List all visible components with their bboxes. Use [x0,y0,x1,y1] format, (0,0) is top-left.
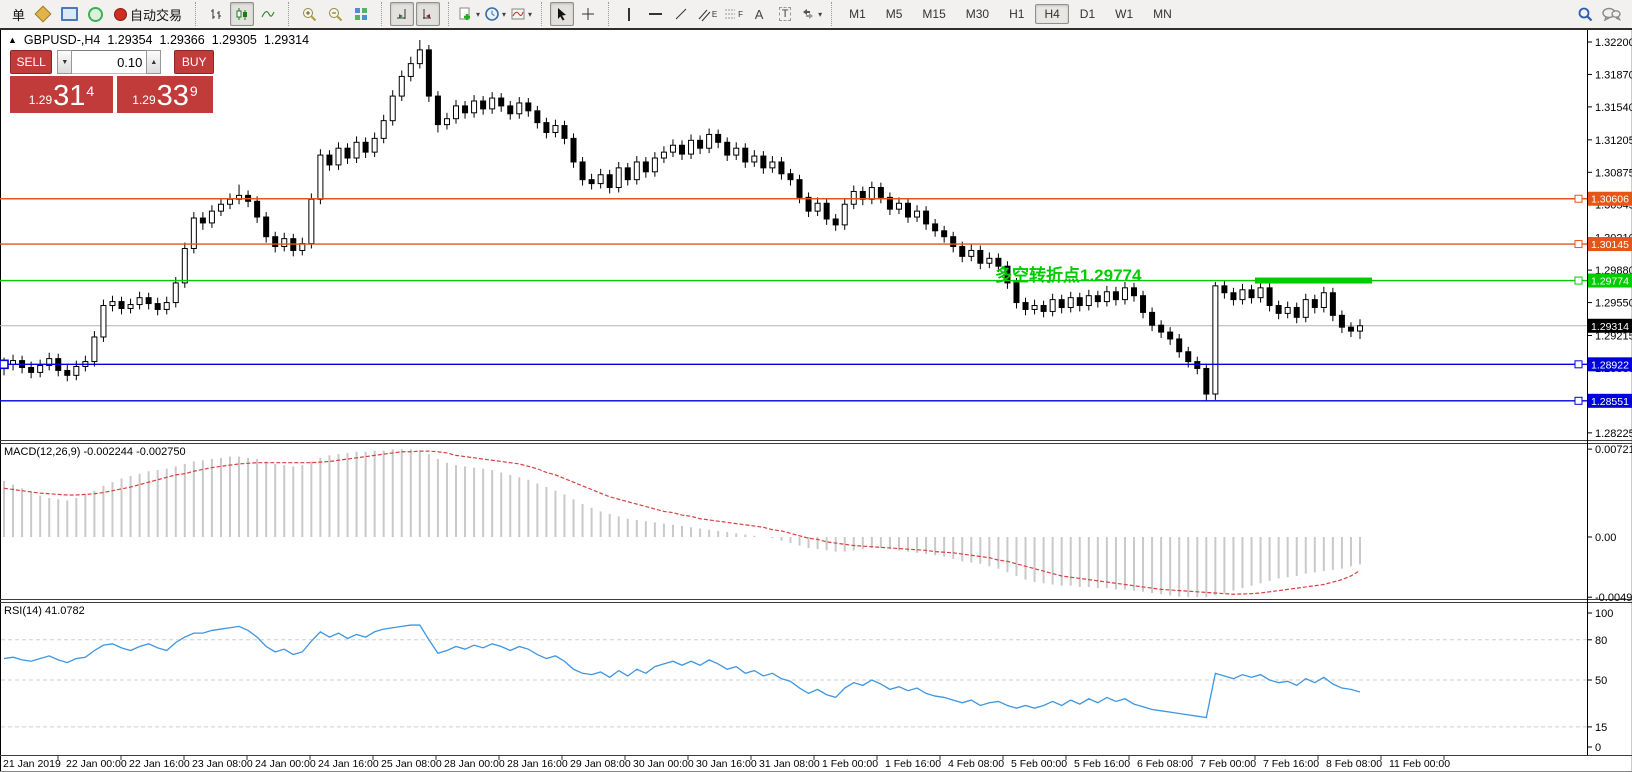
svg-text:5 Feb 16:00: 5 Feb 16:00 [1074,758,1130,770]
svg-text:7 Feb 16:00: 7 Feb 16:00 [1263,758,1319,770]
trade-panel-controls: SELL ▼ ▲ BUY [10,51,214,73]
svg-text:1.32200: 1.32200 [1595,37,1632,49]
svg-text:100: 100 [1595,608,1613,620]
rsi-indicator-label: RSI(14) 41.0782 [4,605,85,617]
buy-price-big: 33 [157,82,189,111]
svg-text:-0.004943: -0.004943 [1595,592,1632,604]
svg-text:1.28551: 1.28551 [1591,396,1629,408]
sell-price-sup: 4 [86,83,94,99]
macd-layer [4,449,1360,597]
date-axis-layer: 21 Jan 2019 22 Jan 00:0022 Jan 16:0023 Ja… [3,755,1450,770]
svg-text:1 Feb 16:00: 1 Feb 16:00 [885,758,941,770]
svg-text:22 Jan 00:00: 22 Jan 00:00 [66,758,127,770]
svg-text:15: 15 [1595,722,1607,734]
mt4-window: 单 自动交易 [0,0,1632,772]
sell-button[interactable]: SELL [10,50,52,74]
svg-text:5 Feb 00:00: 5 Feb 00:00 [1011,758,1067,770]
svg-text:30 Jan 00:00: 30 Jan 00:00 [633,758,694,770]
ohlc-high: 1.29366 [160,33,205,47]
svg-text:28 Jan 16:00: 28 Jan 16:00 [507,758,568,770]
buy-price-display[interactable]: 1.29 33 9 [117,76,213,113]
symbol-info-line: ▲ GBPUSD-,H4 1.29354 1.29366 1.29305 1.2… [8,33,309,47]
svg-text:50: 50 [1595,675,1607,687]
buy-price-small: 1.29 [132,93,155,107]
ohlc-close: 1.29314 [264,33,309,47]
svg-text:7 Feb 00:00: 7 Feb 00:00 [1200,758,1256,770]
buy-button-label: BUY [182,55,207,69]
svg-text:8 Feb 08:00: 8 Feb 08:00 [1326,758,1382,770]
sell-button-label: SELL [17,55,46,69]
volume-down-button[interactable]: ▼ [57,50,72,74]
svg-text:1.30606: 1.30606 [1591,194,1629,206]
trade-panel-prices: 1.29 31 4 1.29 33 9 [10,76,214,113]
buy-button[interactable]: BUY [174,50,214,74]
sell-price-display[interactable]: 1.29 31 4 [10,76,113,113]
chart-canvas[interactable]: 1.322001.318701.315401.312051.308751.305… [0,0,1632,772]
svg-text:1.30875: 1.30875 [1595,167,1632,179]
svg-text:22 Jan 16:00: 22 Jan 16:00 [129,758,190,770]
macd-indicator-label: MACD(12,26,9) -0.002244 -0.002750 [4,446,186,458]
rsi-line [4,625,1360,717]
buy-price-sup: 9 [190,83,198,99]
svg-text:21 Jan 2019: 21 Jan 2019 [3,758,61,770]
svg-text:25 Jan 08:00: 25 Jan 08:00 [381,758,442,770]
pivot-annotation-text[interactable]: 多空转折点1.29774 [995,261,1141,286]
svg-text:1.29550: 1.29550 [1595,298,1632,310]
svg-text:31 Jan 08:00: 31 Jan 08:00 [759,758,820,770]
one-click-trade-panel: SELL ▼ ▲ BUY 1.29 31 4 1.29 33 9 [10,51,214,113]
svg-text:6 Feb 08:00: 6 Feb 08:00 [1137,758,1193,770]
svg-text:1.30145: 1.30145 [1591,239,1629,251]
volume-stepper: ▼ ▲ [57,51,161,73]
svg-text:30 Jan 16:00: 30 Jan 16:00 [696,758,757,770]
svg-text:11 Feb 00:00: 11 Feb 00:00 [1389,758,1450,770]
svg-text:80: 80 [1595,635,1607,647]
svg-text:23 Jan 08:00: 23 Jan 08:00 [192,758,253,770]
sell-price-small: 1.29 [29,93,52,107]
svg-text:0: 0 [1595,742,1601,754]
collapse-panel-icon[interactable]: ▲ [8,35,17,45]
svg-text:4 Feb 08:00: 4 Feb 08:00 [948,758,1004,770]
svg-text:0.00: 0.00 [1595,532,1616,544]
volume-input[interactable] [72,50,146,74]
ohlc-open: 1.29354 [107,33,152,47]
svg-text:28 Jan 00:00: 28 Jan 00:00 [444,758,505,770]
svg-text:1.31870: 1.31870 [1595,69,1632,81]
symbol-name: GBPUSD-,H4 [24,33,100,47]
ohlc-low: 1.29305 [212,33,257,47]
svg-text:1 Feb 00:00: 1 Feb 00:00 [822,758,878,770]
hlines-layer [0,195,1587,404]
svg-text:24 Jan 00:00: 24 Jan 00:00 [255,758,316,770]
svg-text:1.29774: 1.29774 [1591,276,1629,288]
svg-text:1.31540: 1.31540 [1595,102,1632,114]
svg-text:24 Jan 16:00: 24 Jan 16:00 [318,758,379,770]
sell-price-big: 31 [53,82,85,111]
svg-text:1.31205: 1.31205 [1595,135,1632,147]
svg-text:1.29314: 1.29314 [1591,321,1629,333]
svg-text:1.28922: 1.28922 [1591,359,1629,371]
svg-text:0.007216: 0.007216 [1595,444,1632,456]
svg-text:1.28225: 1.28225 [1595,428,1632,440]
volume-up-button[interactable]: ▲ [146,50,161,74]
svg-text:29 Jan 08:00: 29 Jan 08:00 [570,758,631,770]
